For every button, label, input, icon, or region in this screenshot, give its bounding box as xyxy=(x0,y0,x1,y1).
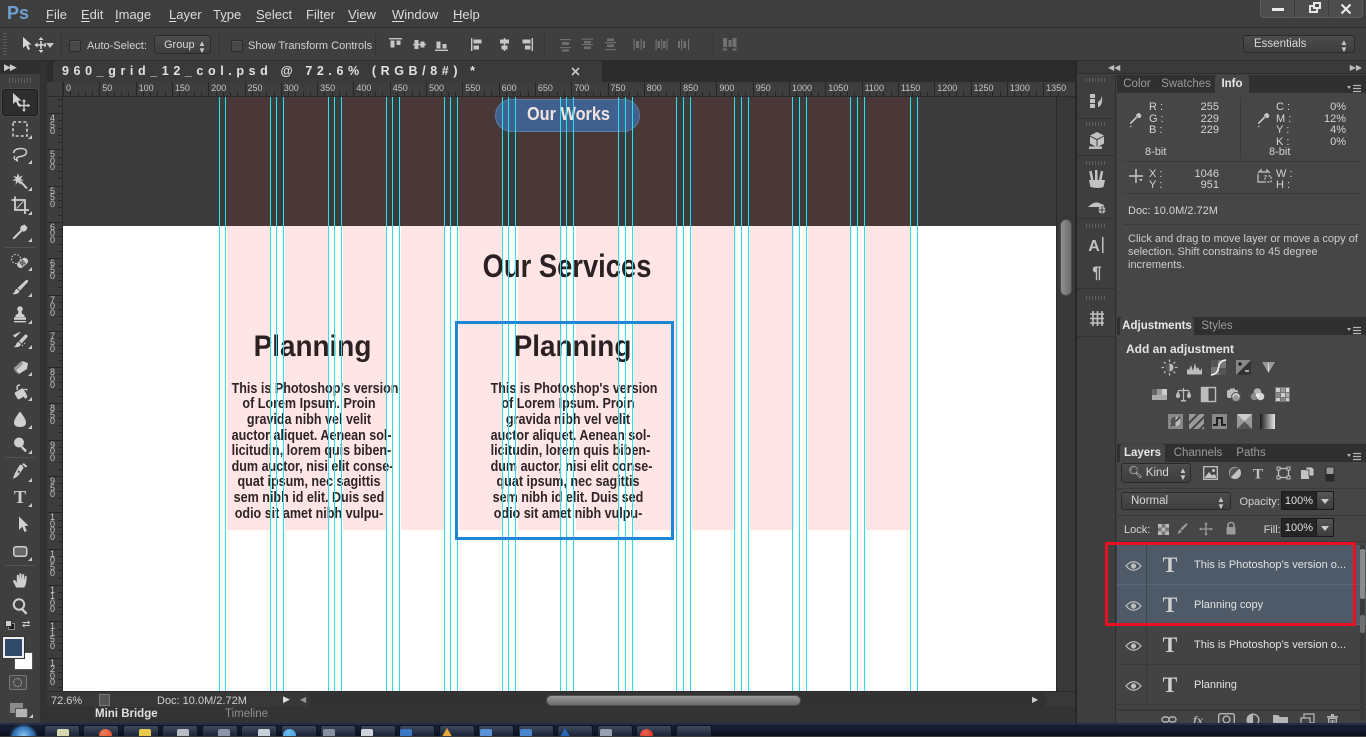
svg-text:A: A xyxy=(1088,238,1100,254)
svg-text:¶: ¶ xyxy=(1092,263,1101,281)
svg-text:T: T xyxy=(1253,467,1263,481)
svg-text:T: T xyxy=(14,487,26,507)
